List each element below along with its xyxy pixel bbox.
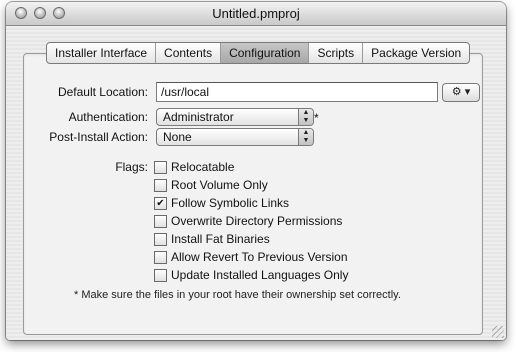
- action-menu-button[interactable]: ⚙ ▾: [442, 83, 480, 102]
- default-location-field[interactable]: /usr/local: [156, 82, 438, 102]
- popup-arrows-icon: ▲ ▼: [298, 129, 313, 145]
- flag-update-installed-languages-only[interactable]: Update Installed Languages Only: [154, 267, 348, 283]
- checkbox[interactable]: [154, 232, 167, 246]
- checkmark-icon: ✔: [156, 197, 165, 209]
- gear-icon: ⚙: [451, 86, 462, 98]
- flag-relocatable[interactable]: Relocatable: [154, 159, 234, 175]
- window-title: Untitled.pmproj: [212, 6, 300, 21]
- checkbox[interactable]: [154, 178, 167, 192]
- ownership-note: * Make sure the files in your root have …: [74, 289, 401, 301]
- checkbox[interactable]: [154, 160, 167, 174]
- flag-label: Root Volume Only: [171, 178, 268, 192]
- authentication-value: Administrator: [163, 110, 234, 124]
- main-window: Untitled.pmproj Installer Interface Cont…: [6, 2, 506, 340]
- flag-follow-symbolic-links[interactable]: ✔ Follow Symbolic Links: [154, 195, 289, 211]
- post-install-action-popup[interactable]: None ▲ ▼: [156, 128, 314, 146]
- authentication-asterisk: *: [314, 111, 319, 125]
- checkbox[interactable]: [154, 250, 167, 264]
- tab-bar: Installer Interface Contents Configurati…: [46, 42, 471, 64]
- authentication-popup[interactable]: Administrator ▲ ▼: [156, 108, 314, 126]
- tab-contents[interactable]: Contents: [155, 43, 220, 63]
- tab-configuration[interactable]: Configuration: [220, 43, 309, 63]
- tab-scripts[interactable]: Scripts: [308, 43, 362, 63]
- checkbox[interactable]: [154, 268, 167, 282]
- dropdown-arrow-icon: ▾: [464, 86, 471, 98]
- post-install-action-value: None: [163, 130, 192, 144]
- flag-overwrite-directory-permissions[interactable]: Overwrite Directory Permissions: [154, 213, 342, 229]
- flag-root-volume-only[interactable]: Root Volume Only: [154, 177, 268, 193]
- title-bar[interactable]: Untitled.pmproj: [6, 2, 506, 26]
- popup-arrows-icon: ▲ ▼: [298, 109, 313, 125]
- tab-package-version[interactable]: Package Version: [362, 43, 469, 63]
- tab-installer-interface[interactable]: Installer Interface: [47, 43, 155, 63]
- flag-label: Overwrite Directory Permissions: [171, 214, 343, 228]
- flag-install-fat-binaries[interactable]: Install Fat Binaries: [154, 231, 270, 247]
- authentication-label: Authentication:: [68, 110, 148, 124]
- post-install-action-label: Post-Install Action:: [49, 130, 148, 144]
- flag-label: Install Fat Binaries: [171, 232, 270, 246]
- flag-label: Update Installed Languages Only: [171, 268, 349, 282]
- flag-allow-revert[interactable]: Allow Revert To Previous Version: [154, 249, 348, 265]
- checkbox-checked[interactable]: ✔: [154, 196, 167, 210]
- default-location-label: Default Location:: [57, 85, 148, 99]
- flag-label: Follow Symbolic Links: [171, 196, 290, 210]
- flag-label: Relocatable: [171, 160, 235, 174]
- resize-grip[interactable]: [492, 326, 504, 338]
- flags-label: Flags:: [115, 160, 148, 174]
- flag-label: Allow Revert To Previous Version: [171, 250, 348, 264]
- checkbox[interactable]: [154, 214, 167, 228]
